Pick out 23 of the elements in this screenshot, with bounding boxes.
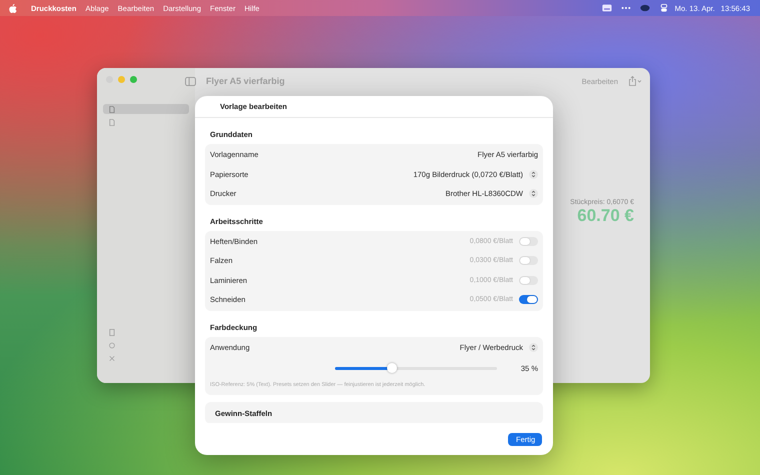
scissors-icon[interactable] [109, 354, 115, 362]
zoom-button[interactable] [130, 76, 137, 83]
chevron-updown-icon[interactable] [529, 189, 538, 198]
minimize-button[interactable] [118, 76, 125, 83]
display-icon[interactable] [602, 4, 612, 12]
sidebar-item[interactable] [103, 104, 189, 114]
chevron-updown-icon[interactable] [529, 342, 538, 352]
toggle-switch[interactable] [519, 236, 538, 246]
toggle-switch[interactable] [519, 256, 538, 266]
slider-thumb[interactable] [386, 362, 397, 372]
window-title: Flyer A5 vierfarbig [206, 76, 285, 86]
control-center-icon[interactable] [658, 4, 669, 12]
more-icon[interactable] [620, 4, 631, 12]
toggle-switch[interactable] [519, 276, 538, 285]
sidebar-toggle-icon[interactable] [185, 76, 196, 86]
status-pill-icon[interactable] [640, 4, 650, 12]
total-price: 60.70 € [577, 206, 634, 226]
share-icon[interactable] [628, 76, 642, 86]
chevron-updown-icon[interactable] [529, 170, 538, 179]
apple-logo-icon[interactable] [9, 4, 17, 12]
page-icon[interactable] [109, 328, 115, 336]
toggle-switch[interactable] [519, 295, 538, 304]
circle-icon[interactable] [109, 342, 115, 348]
